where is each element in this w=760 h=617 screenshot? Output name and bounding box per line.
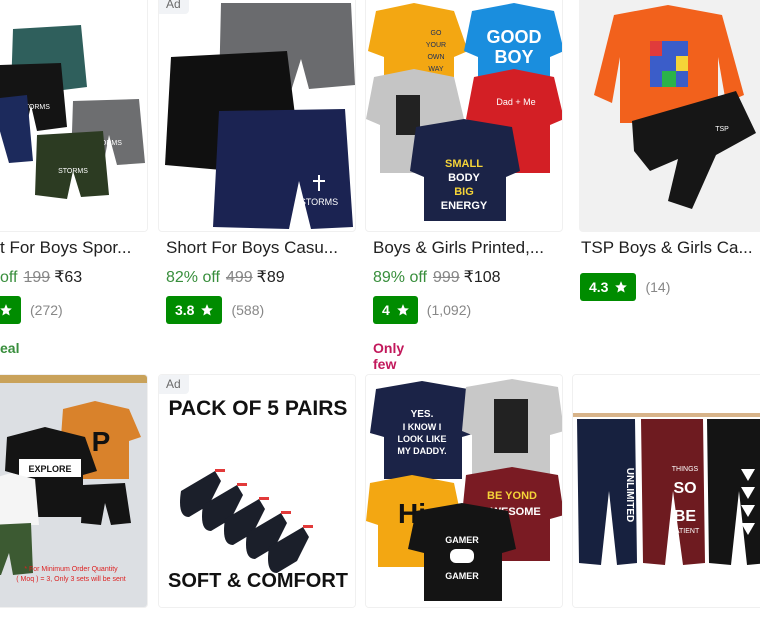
svg-text:BE YOND: BE YOND (487, 490, 537, 502)
star-icon (396, 304, 409, 316)
rating-value: 4.3 (589, 279, 609, 295)
svg-text:WAY: WAY (428, 66, 443, 73)
svg-text:STORMS: STORMS (58, 168, 88, 175)
product-image[interactable]: TSP (579, 0, 760, 232)
product-image[interactable]: P EXPLORE * For Minimum Order Quantity (… (0, 374, 148, 608)
svg-text:BODY: BODY (448, 172, 480, 184)
rating-badge: 4.3 (580, 273, 637, 301)
svg-text:BE: BE (674, 508, 697, 525)
product-title[interactable]: t For Boys Spor... (0, 238, 150, 258)
svg-text:PATIENT: PATIENT (671, 528, 700, 535)
star-icon (201, 304, 214, 316)
product-title[interactable]: Boys & Girls Printed,... (373, 238, 561, 258)
svg-text:( Moq ) = 3, Only 3 sets will: ( Moq ) = 3, Only 3 sets will be sent (16, 576, 126, 583)
product-image[interactable]: STORMS STORMS STORMS (0, 0, 148, 232)
rating-value: 4 (382, 302, 390, 318)
discount-percent: off (0, 269, 18, 286)
image-text: EXPLORE (28, 464, 71, 474)
ad-label: Ad (159, 0, 189, 14)
svg-text:GAMER: GAMER (445, 571, 479, 581)
svg-text:THINGS: THINGS (672, 466, 699, 473)
svg-text:TSP: TSP (715, 126, 729, 133)
product-image[interactable]: Ad PACK OF 5 PAIRS SOFT & COMFORT (158, 374, 356, 608)
svg-text:* For Minimum Order Quantity: * For Minimum Order Quantity (24, 566, 118, 573)
product-image[interactable]: Ad STORMS STORMS (158, 0, 356, 232)
rating-row: 4.3 (14) (580, 273, 670, 301)
star-icon (0, 304, 12, 316)
product-title[interactable]: TSP Boys & Girls Ca... (581, 238, 760, 258)
selling-price: ₹108 (463, 269, 501, 286)
svg-text:SMALL: SMALL (445, 158, 483, 170)
svg-text:MY DADDY.: MY DADDY. (397, 446, 446, 456)
selling-price: ₹63 (54, 269, 83, 286)
product-image[interactable]: YES. I KNOW I LOOK LIKE MY DADDY. Hi BE … (365, 374, 563, 608)
star-icon (615, 281, 628, 293)
svg-text:ENERGY: ENERGY (441, 200, 488, 212)
svg-text:GO: GO (431, 30, 442, 37)
price-row: 89% off 999 ₹108 (373, 267, 501, 287)
svg-text:BIG: BIG (454, 186, 474, 198)
svg-text:OWN: OWN (427, 54, 444, 61)
ad-label: Ad (159, 375, 189, 394)
discount-percent: 82% off (166, 269, 220, 286)
original-price: 999 (432, 269, 460, 286)
banner-top-text: PACK OF 5 PAIRS (169, 397, 348, 420)
svg-text:YOUR: YOUR (426, 42, 446, 49)
rating-count: (1,092) (426, 302, 472, 318)
banner-bottom-text: SOFT & COMFORT (168, 570, 348, 592)
svg-text:I KNOW I: I KNOW I (403, 422, 442, 432)
rating-count: (588) (231, 302, 265, 318)
original-price: 499 (225, 269, 253, 286)
svg-text:GOOD: GOOD (486, 27, 541, 47)
rating-row: (272) (0, 296, 63, 324)
product-image[interactable]: GO YOUR OWN WAY GOOD BOY Dad + Me SMALL … (365, 0, 563, 232)
svg-text:SO: SO (673, 480, 696, 497)
rating-value: 3.8 (175, 302, 195, 318)
svg-text:GAMER: GAMER (445, 535, 479, 545)
product-image[interactable]: UNLIMITED THINGS SO BE PATIENT (572, 374, 760, 608)
price-row: 82% off 499 ₹89 (166, 267, 285, 287)
svg-text:STORMS: STORMS (300, 197, 338, 207)
svg-text:Dad + Me: Dad + Me (496, 97, 535, 107)
svg-text:LOOK LIKE: LOOK LIKE (398, 434, 447, 444)
product-grid: STORMS STORMS STORMS t For Boys Spor... … (0, 0, 760, 617)
svg-text:BOY: BOY (494, 47, 533, 67)
svg-text:UNLIMITED: UNLIMITED (624, 468, 635, 522)
price-row: off 199 ₹63 (0, 267, 82, 287)
rating-count: (14) (645, 279, 671, 295)
rating-badge: 4 (373, 296, 418, 324)
selling-price: ₹89 (256, 269, 285, 286)
product-title[interactable]: Short For Boys Casu... (166, 238, 356, 258)
svg-text:YES.: YES. (411, 409, 434, 420)
deal-tag: eal (0, 340, 20, 356)
original-price: 199 (23, 269, 51, 286)
rating-count: (272) (30, 302, 63, 318)
rating-row: 3.8 (588) (166, 296, 264, 324)
svg-text:P: P (92, 426, 111, 457)
rating-badge (0, 296, 21, 324)
rating-badge: 3.8 (166, 296, 223, 324)
discount-percent: 89% off (373, 269, 427, 286)
rating-row: 4 (1,092) (373, 296, 471, 324)
